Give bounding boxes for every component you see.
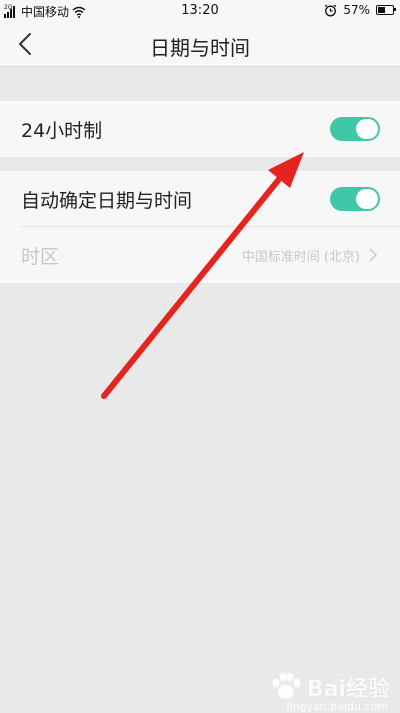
watermark-text: Bai经验 xyxy=(306,677,390,702)
setting-row-timezone[interactable]: 时区 中国标准时间 (北京) xyxy=(0,227,400,283)
toggle-knob xyxy=(356,119,378,139)
settings-group-datetime: 自动确定日期与时间 时区 中国标准时间 (北京) xyxy=(0,171,400,283)
settings-group-format: 24小时制 xyxy=(0,101,400,157)
chevron-right-icon xyxy=(369,248,378,262)
battery-fill xyxy=(378,7,385,13)
setting-label-24hour: 24小时制 xyxy=(21,119,103,142)
battery-icon xyxy=(376,5,396,15)
setting-label-auto-datetime: 自动确定日期与时间 xyxy=(21,189,193,212)
title-bar: 日期与时间 xyxy=(0,22,400,67)
status-bar: 2G 中国移动 13:20 57% xyxy=(0,0,400,22)
status-right: 57% xyxy=(324,3,396,17)
watermark: Bai经验 xyxy=(269,671,390,703)
toggle-24hour[interactable] xyxy=(330,117,380,141)
paw-icon xyxy=(272,672,301,699)
toggle-knob xyxy=(356,189,378,209)
alarm-icon xyxy=(324,4,337,16)
toggle-auto-datetime[interactable] xyxy=(330,187,380,211)
setting-row-auto-datetime[interactable]: 自动确定日期与时间 xyxy=(0,171,400,227)
timezone-value: 中国标准时间 (北京) xyxy=(241,249,360,265)
battery-percent: 57% xyxy=(343,3,370,17)
watermark-sub: jingyan.baidu.com xyxy=(286,700,388,713)
page-title: 日期与时间 xyxy=(150,36,250,60)
setting-label-timezone: 时区 xyxy=(21,245,60,268)
setting-row-24hour[interactable]: 24小时制 xyxy=(0,101,400,157)
